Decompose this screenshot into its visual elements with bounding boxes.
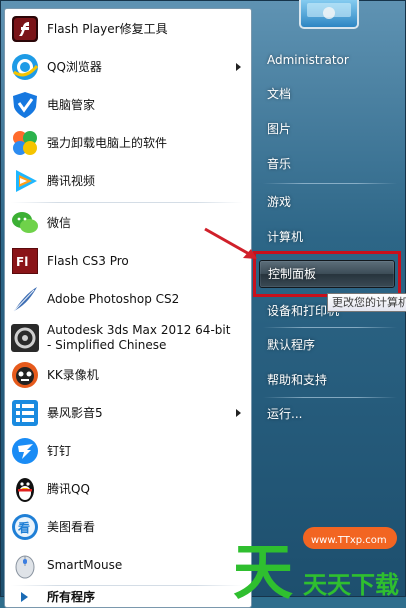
right-item-default-programs[interactable]: 默认程序 — [259, 332, 399, 358]
program-label: 强力卸载电脑上的软件 — [47, 135, 168, 150]
right-item-music[interactable]: 音乐 — [259, 151, 399, 177]
all-programs-button[interactable]: 所有程序 — [7, 587, 249, 607]
right-item-games[interactable]: 游戏 — [259, 189, 399, 215]
watermark: www.TTxp.com 天 天天下载 — [229, 517, 406, 608]
divider — [11, 585, 243, 586]
divider — [263, 327, 397, 328]
pc-manager-shield-icon — [9, 89, 41, 121]
watermark-text: 天天下载 — [303, 571, 399, 599]
smartmouse-icon — [9, 549, 41, 581]
program-pc-manager[interactable]: 电脑管家 — [7, 87, 249, 123]
program-flash-player-repair[interactable]: Flash Player修复工具 — [7, 11, 249, 47]
program-label: 暴风影音5 — [47, 405, 103, 420]
qq-penguin-icon — [9, 473, 41, 505]
program-label: Autodesk 3ds Max 2012 64-bit - Simplifie… — [47, 323, 230, 353]
divider — [11, 202, 243, 203]
right-item-pictures[interactable]: 图片 — [259, 116, 399, 142]
baofeng-player-icon — [9, 397, 41, 429]
dingtalk-icon — [9, 435, 41, 467]
right-item-run[interactable]: 运行... — [259, 401, 399, 427]
program-uninstaller[interactable]: 强力卸载电脑上的软件 — [7, 125, 249, 161]
right-item-documents[interactable]: 文档 — [259, 81, 399, 107]
wechat-icon — [9, 207, 41, 239]
program-label: QQ浏览器 — [47, 59, 102, 74]
program-smartmouse[interactable]: SmartMouse — [7, 547, 249, 583]
programs-pane: Flash Player修复工具 QQ浏览器 电脑管家 强力卸载电脑上的软件 腾… — [4, 8, 252, 608]
program-label: 微信 — [47, 215, 72, 230]
annotation-arrow-icon — [204, 227, 257, 259]
program-label: Flash CS3 Pro — [47, 253, 129, 268]
watermark-logo: 天 — [233, 538, 293, 601]
program-label-line1: Autodesk 3ds Max 2012 64-bit — [47, 323, 231, 337]
divider — [263, 397, 397, 398]
program-qq[interactable]: 腾讯QQ — [7, 471, 249, 507]
divider — [263, 183, 397, 184]
all-programs-label: 所有程序 — [47, 589, 96, 604]
program-label: Adobe Photoshop CS2 — [47, 291, 180, 306]
submenu-arrow-icon[interactable] — [236, 63, 241, 71]
program-label: Flash Player修复工具 — [47, 21, 168, 36]
watermark-url: www.TTxp.com — [311, 535, 387, 546]
program-label: 钉钉 — [47, 443, 72, 458]
right-item-computer[interactable]: 计算机 — [259, 224, 399, 250]
svg-text:看: 看 — [18, 520, 30, 535]
highlight-box — [253, 251, 401, 297]
all-programs-arrow-icon — [9, 587, 41, 607]
program-label: KK录像机 — [47, 367, 99, 382]
program-kk-recorder[interactable]: KK录像机 — [7, 357, 249, 393]
flash-player-repair-icon — [9, 13, 41, 45]
control-panel-tooltip: 更改您的计算机 — [327, 293, 406, 312]
program-tencent-video[interactable]: 腾讯视频 — [7, 163, 249, 199]
3ds-max-icon — [9, 322, 41, 354]
program-label: 腾讯视频 — [47, 173, 96, 188]
right-item-help-support[interactable]: 帮助和支持 — [259, 367, 399, 393]
right-item-administrator[interactable]: Administrator — [259, 47, 399, 73]
program-label: 腾讯QQ — [47, 481, 90, 496]
kk-recorder-icon — [9, 359, 41, 391]
photoshop-feather-icon — [9, 283, 41, 315]
svg-text:Fl: Fl — [16, 255, 28, 269]
program-label: 美图看看 — [47, 519, 96, 534]
meitu-viewer-icon: 看 — [9, 511, 41, 543]
program-meitu[interactable]: 看 美图看看 — [7, 509, 249, 545]
program-label: SmartMouse — [47, 557, 123, 572]
flash-cs3-icon: Fl — [9, 245, 41, 277]
program-3ds-max[interactable]: Autodesk 3ds Max 2012 64-bit - Simplifie… — [7, 319, 249, 357]
start-menu: Flash Player修复工具 QQ浏览器 电脑管家 强力卸载电脑上的软件 腾… — [0, 0, 406, 608]
program-dingtalk[interactable]: 钉钉 — [7, 433, 249, 469]
program-label: 电脑管家 — [47, 97, 96, 112]
program-photoshop[interactable]: Adobe Photoshop CS2 — [7, 281, 249, 317]
tencent-video-icon — [9, 165, 41, 197]
submenu-arrow-icon[interactable] — [236, 409, 241, 417]
program-label-line2: - Simplified Chinese — [47, 338, 167, 352]
uninstaller-icon — [9, 127, 41, 159]
program-baofeng[interactable]: 暴风影音5 — [7, 395, 249, 431]
program-qq-browser[interactable]: QQ浏览器 — [7, 49, 249, 85]
user-picture-icon[interactable] — [299, 0, 359, 29]
qq-browser-icon — [9, 51, 41, 83]
